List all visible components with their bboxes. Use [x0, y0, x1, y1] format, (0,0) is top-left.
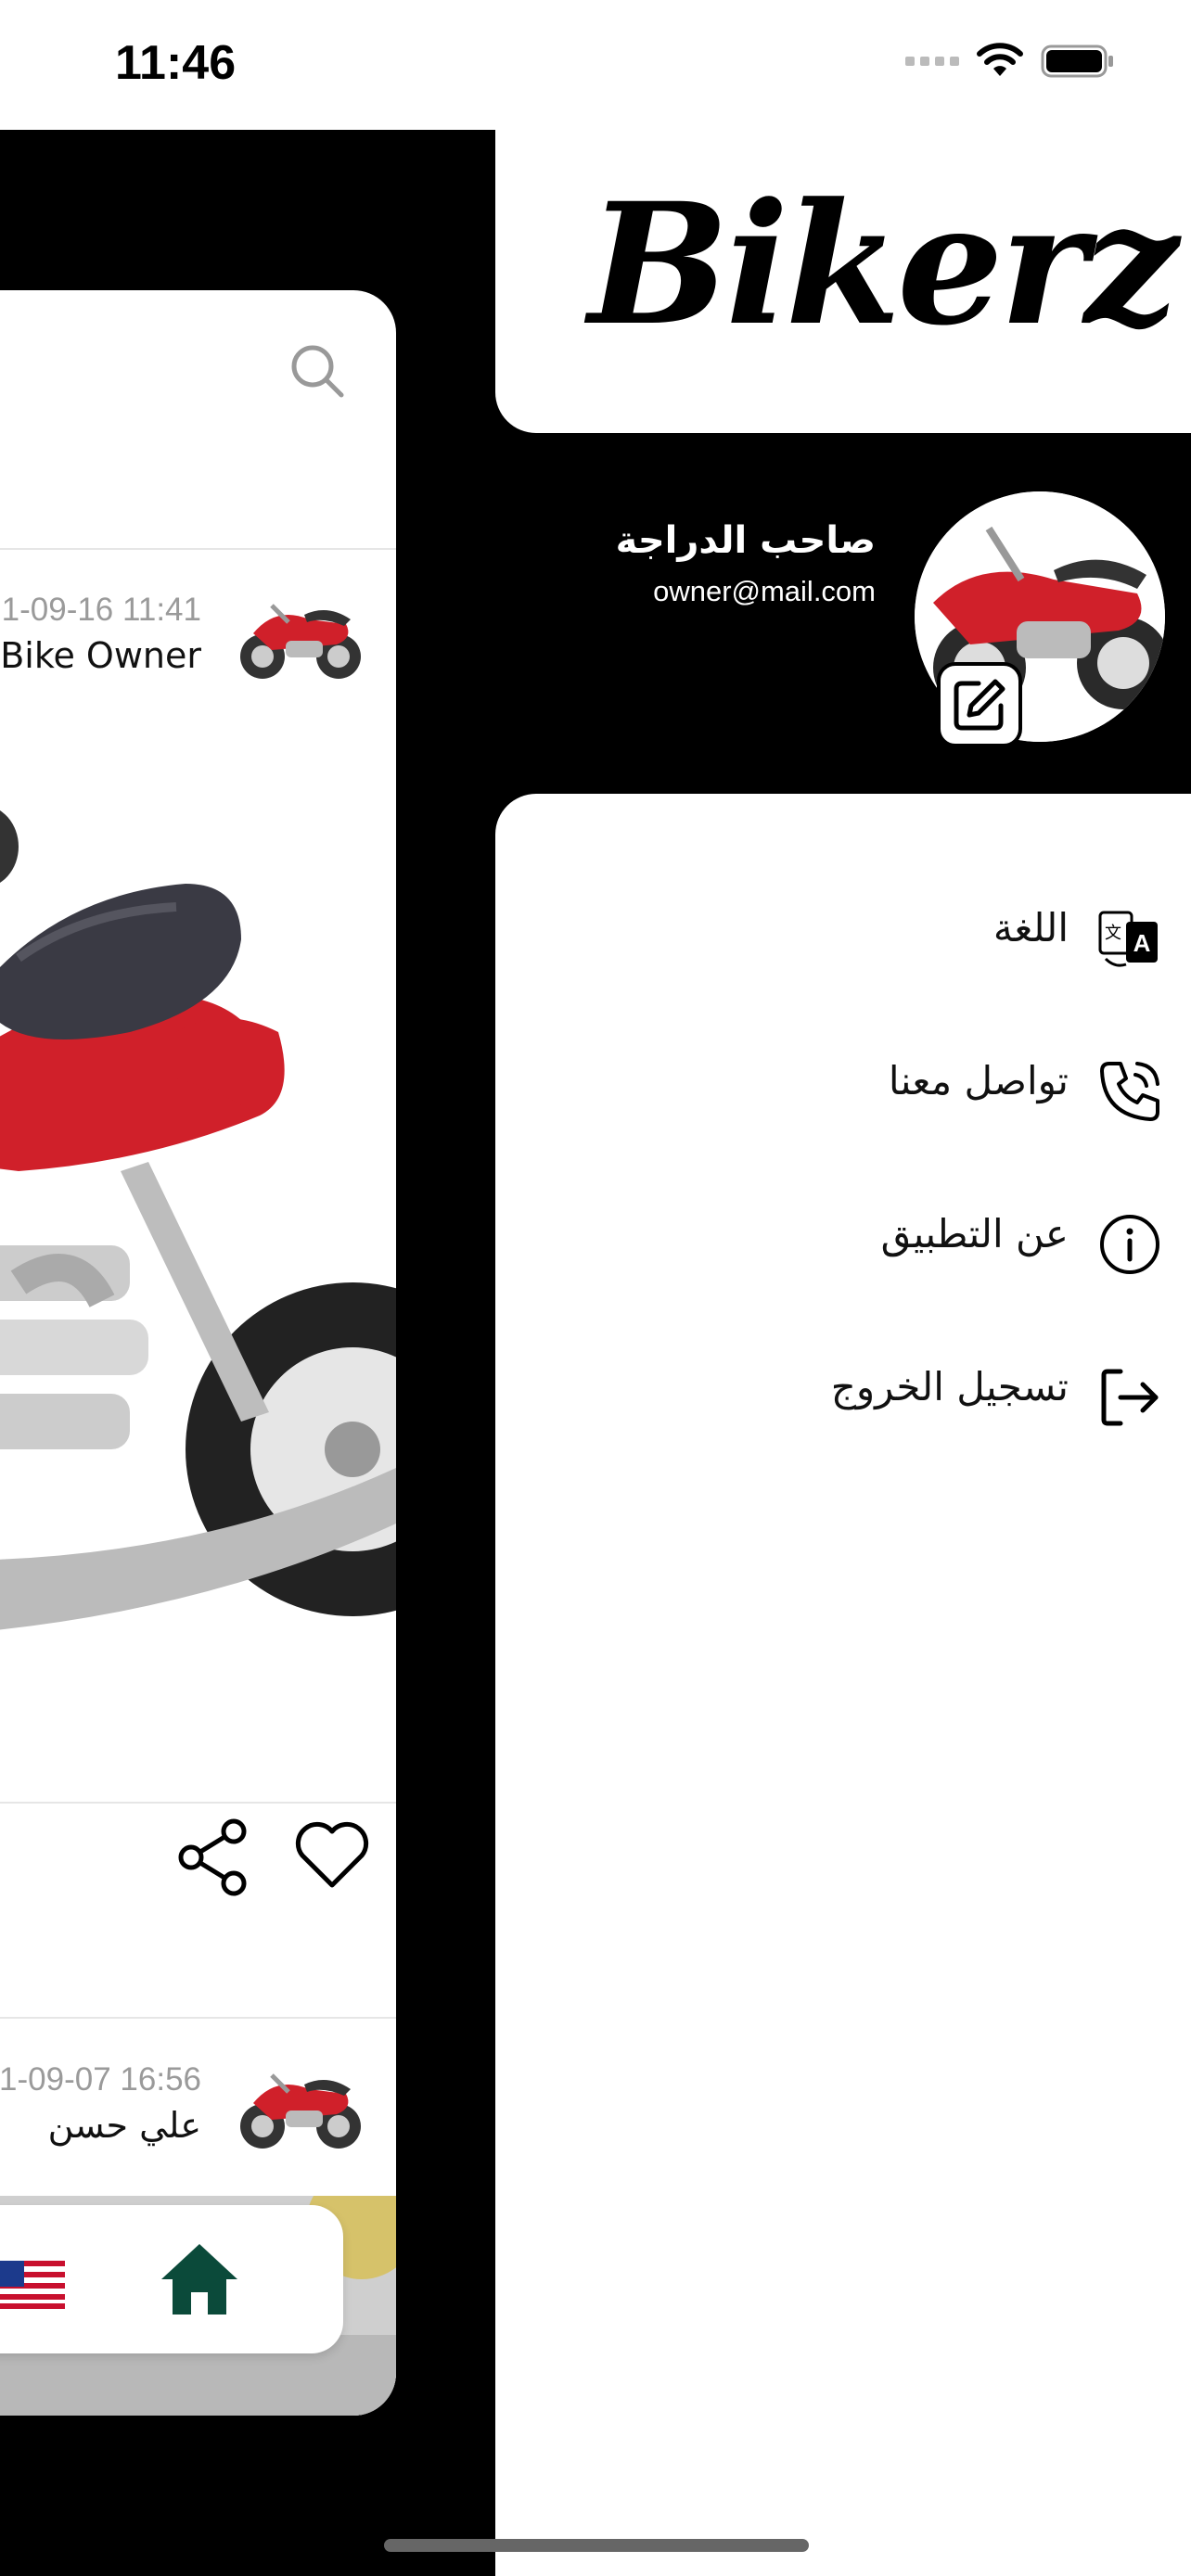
app-logo: Bikerz	[588, 167, 1179, 363]
logout-icon	[1101, 1369, 1159, 1426]
svg-text:A: A	[1133, 929, 1151, 957]
profile-email: owner@mail.com	[653, 575, 876, 607]
language-icon: A 文	[1098, 911, 1158, 967]
feed-card: 21-09-16 11:41 Bike Owner 1-09-07 16:56 …	[0, 290, 396, 2416]
edit-icon	[954, 679, 1005, 731]
menu-item-logout[interactable]: تسجيل الخروج	[495, 1336, 1191, 1447]
share-icon[interactable]	[176, 1818, 250, 1896]
post-header[interactable]: 21-09-16 11:41 Bike Owner	[0, 550, 396, 726]
bottom-navigation	[0, 2205, 343, 2353]
home-icon[interactable]	[158, 2240, 241, 2318]
us-flag-icon[interactable]	[0, 2261, 65, 2309]
status-icons	[905, 43, 1115, 80]
home-indicator	[384, 2539, 809, 2552]
menu-item-label: تواصل معنا	[888, 1058, 1069, 1103]
post-date: 1-09-07 16:56	[0, 2061, 201, 2098]
svg-text:文: 文	[1105, 924, 1121, 943]
menu-item-label: تسجيل الخروج	[830, 1364, 1069, 1409]
motorcycle-avatar-icon	[240, 604, 361, 679]
like-heart-icon[interactable]	[295, 1820, 369, 1891]
motorcycle-post-image[interactable]	[0, 726, 396, 1802]
search-icon[interactable]	[288, 341, 347, 401]
menu-item-about[interactable]: عن التطبيق	[495, 1183, 1191, 1294]
menu-item-contact[interactable]: تواصل معنا	[495, 1030, 1191, 1141]
post-date: 21-09-16 11:41	[0, 592, 201, 628]
app-screen: 11:46 21-09-16 11:41 Bike Owner 1-09-07 …	[0, 0, 1191, 2576]
cellular-signal-icon	[905, 57, 959, 66]
side-drawer: Bikerz صاحب الدراجة owner@mail.com اللغة…	[495, 130, 1191, 2576]
status-bar: 11:46	[0, 0, 1191, 130]
menu-item-label: اللغة	[992, 905, 1069, 950]
profile-name: صاحب الدراجة	[615, 519, 876, 562]
divider	[0, 1802, 396, 1804]
post-author: Bike Owner	[0, 635, 201, 676]
divider	[0, 2017, 396, 2019]
logo-panel: Bikerz	[495, 130, 1191, 433]
status-time: 11:46	[115, 36, 237, 90]
phone-icon	[1100, 1062, 1159, 1121]
menu-panel: اللغة A 文 تواصل معنا عن التطبيق تسجيل ال…	[495, 794, 1191, 2576]
menu-item-language[interactable]: اللغة A 文	[495, 877, 1191, 988]
info-icon	[1100, 1215, 1159, 1274]
post-header[interactable]: 1-09-07 16:56 علي حسن	[0, 2020, 396, 2196]
menu-item-label: عن التطبيق	[880, 1211, 1069, 1256]
wifi-icon	[977, 43, 1023, 76]
motorcycle-avatar-icon	[240, 2073, 361, 2149]
battery-icon	[1041, 45, 1113, 78]
post-author: علي حسن	[47, 2105, 201, 2146]
edit-profile-button[interactable]	[937, 662, 1022, 747]
